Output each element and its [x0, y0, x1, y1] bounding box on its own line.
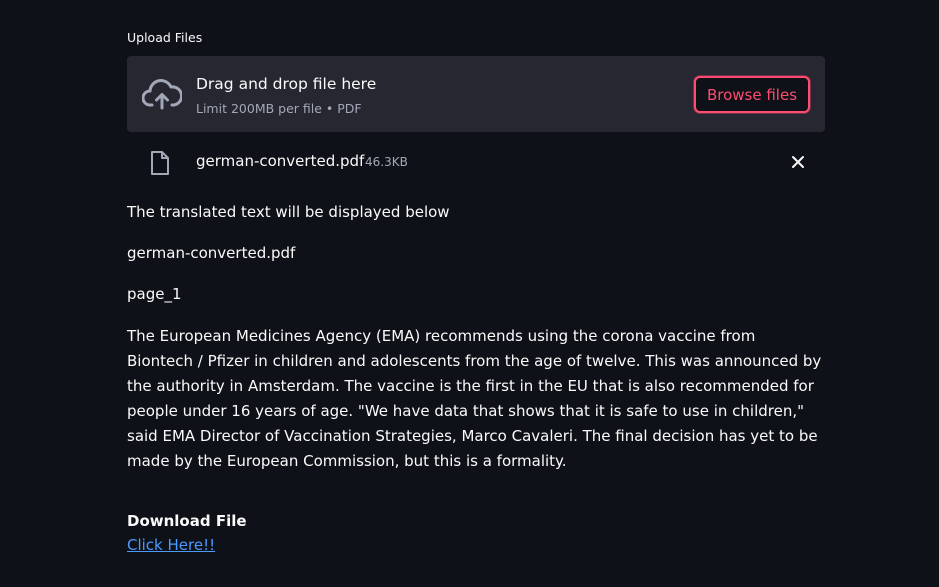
download-heading: Download File [127, 512, 247, 530]
download-link[interactable]: Click Here!! [127, 536, 215, 554]
file-dropzone[interactable]: Drag and drop file here Limit 200MB per … [127, 56, 825, 132]
translated-file-name: german-converted.pdf [127, 244, 296, 262]
browse-files-button[interactable]: Browse files [694, 76, 810, 113]
close-icon[interactable] [789, 153, 807, 171]
page-label: page_1 [127, 285, 182, 303]
uploaded-file-size: 46.3KB [365, 155, 408, 169]
app-page: Upload Files Drag and drop file here Lim… [0, 0, 939, 587]
file-icon [151, 151, 169, 175]
info-text: The translated text will be displayed be… [127, 203, 450, 221]
uploaded-file-name: german-converted.pdf [196, 152, 365, 170]
dropzone-title: Drag and drop file here [196, 75, 377, 93]
dropzone-limit-text: Limit 200MB per file • PDF [196, 101, 362, 116]
translated-text: The European Medicines Agency (EMA) reco… [127, 327, 822, 470]
upload-label: Upload Files [127, 30, 203, 45]
uploaded-file-row: german-converted.pdf 46.3KB [127, 146, 825, 178]
cloud-upload-icon [142, 79, 182, 110]
